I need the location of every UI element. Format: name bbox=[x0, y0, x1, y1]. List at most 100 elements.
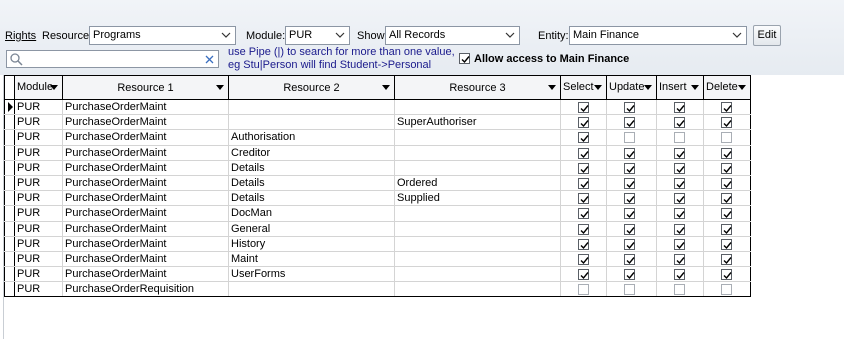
cell-resource-1[interactable]: PurchaseOrderMaint bbox=[62, 266, 229, 283]
select-checkbox[interactable] bbox=[578, 208, 589, 220]
insert-checkbox[interactable] bbox=[674, 269, 685, 281]
update-checkbox[interactable] bbox=[624, 269, 635, 281]
row-selector[interactable] bbox=[4, 236, 15, 252]
cell-resource-1[interactable]: PurchaseOrderMaint bbox=[62, 205, 229, 222]
insert-checkbox[interactable] bbox=[674, 238, 685, 250]
row-selector[interactable] bbox=[4, 129, 15, 146]
select-checkbox[interactable] bbox=[578, 117, 589, 129]
dropdown-arrow-icon[interactable] bbox=[691, 85, 699, 90]
table-row[interactable]: PUR PurchaseOrderMaint Authorisation bbox=[4, 129, 751, 146]
cell-resource-1[interactable]: PurchaseOrderMaint bbox=[62, 99, 229, 116]
insert-checkbox[interactable] bbox=[674, 132, 685, 144]
insert-checkbox[interactable] bbox=[674, 177, 685, 189]
cell-resource-1[interactable]: PurchaseOrderMaint bbox=[62, 145, 229, 161]
dropdown-arrow-icon[interactable] bbox=[548, 85, 556, 90]
delete-checkbox[interactable] bbox=[721, 102, 732, 113]
delete-checkbox[interactable] bbox=[721, 177, 732, 189]
search-field[interactable] bbox=[6, 50, 219, 68]
table-row[interactable]: PUR PurchaseOrderMaint History bbox=[4, 236, 751, 252]
delete-checkbox[interactable] bbox=[721, 117, 732, 129]
table-row[interactable]: PUR PurchaseOrderMaint Creditor bbox=[4, 145, 751, 161]
table-row[interactable]: PUR PurchaseOrderMaint SuperAuthoriser bbox=[4, 114, 751, 131]
cell-resource-3[interactable] bbox=[394, 129, 561, 146]
resource-dropdown[interactable]: Programs bbox=[89, 26, 236, 45]
insert-checkbox[interactable] bbox=[674, 117, 685, 129]
delete-checkbox[interactable] bbox=[721, 208, 732, 220]
cell-resource-3[interactable]: Supplied bbox=[394, 190, 561, 207]
cell-module[interactable]: PUR bbox=[14, 160, 63, 176]
cell-module[interactable]: PUR bbox=[14, 114, 63, 131]
cell-resource-2[interactable] bbox=[228, 281, 395, 298]
update-checkbox[interactable] bbox=[624, 193, 635, 205]
update-checkbox[interactable] bbox=[624, 102, 635, 113]
delete-checkbox[interactable] bbox=[721, 269, 732, 281]
row-selector[interactable] bbox=[4, 175, 15, 192]
update-checkbox[interactable] bbox=[624, 162, 635, 174]
cell-resource-3[interactable]: SuperAuthoriser bbox=[394, 114, 561, 131]
select-checkbox[interactable] bbox=[578, 147, 589, 159]
update-checkbox[interactable] bbox=[624, 147, 635, 159]
column-header-delete[interactable]: Delete bbox=[703, 75, 751, 100]
cell-resource-3[interactable] bbox=[394, 99, 561, 116]
cell-module[interactable]: PUR bbox=[14, 129, 63, 146]
cell-resource-3[interactable] bbox=[394, 236, 561, 252]
row-selector[interactable] bbox=[4, 205, 15, 222]
cell-resource-1[interactable]: PurchaseOrderMaint bbox=[62, 190, 229, 207]
delete-checkbox[interactable] bbox=[721, 147, 732, 159]
edit-button[interactable]: Edit bbox=[753, 25, 781, 46]
delete-checkbox[interactable] bbox=[721, 238, 732, 250]
cell-resource-2[interactable]: General bbox=[228, 221, 395, 237]
cell-resource-2[interactable]: Authorisation bbox=[228, 129, 395, 146]
cell-resource-2[interactable]: Maint bbox=[228, 251, 395, 268]
column-header-select[interactable]: Select bbox=[560, 75, 607, 100]
insert-checkbox[interactable] bbox=[674, 102, 685, 113]
cell-resource-3[interactable] bbox=[394, 145, 561, 161]
cell-resource-1[interactable]: PurchaseOrderRequisition bbox=[62, 281, 229, 298]
clear-icon[interactable] bbox=[205, 55, 214, 64]
select-checkbox[interactable] bbox=[578, 102, 589, 113]
cell-resource-1[interactable]: PurchaseOrderMaint bbox=[62, 251, 229, 268]
dropdown-arrow-icon[interactable] bbox=[644, 85, 652, 90]
cell-resource-3[interactable] bbox=[394, 266, 561, 283]
update-checkbox[interactable] bbox=[624, 177, 635, 189]
row-selector[interactable] bbox=[4, 266, 15, 283]
table-row[interactable]: PUR PurchaseOrderMaint Details Ordered bbox=[4, 175, 751, 192]
cell-module[interactable]: PUR bbox=[14, 205, 63, 222]
entity-dropdown[interactable]: Main Finance bbox=[569, 26, 747, 45]
table-row[interactable]: PUR PurchaseOrderMaint UserForms bbox=[4, 266, 751, 283]
select-checkbox[interactable] bbox=[578, 269, 589, 281]
row-selector[interactable] bbox=[4, 145, 15, 161]
cell-module[interactable]: PUR bbox=[14, 99, 63, 116]
cell-resource-1[interactable]: PurchaseOrderMaint bbox=[62, 221, 229, 237]
cell-resource-2[interactable] bbox=[228, 99, 395, 116]
cell-resource-3[interactable] bbox=[394, 281, 561, 298]
cell-module[interactable]: PUR bbox=[14, 190, 63, 207]
update-checkbox[interactable] bbox=[624, 253, 635, 265]
column-header-resource-1[interactable]: Resource 1 bbox=[62, 75, 229, 100]
insert-checkbox[interactable] bbox=[674, 208, 685, 220]
select-checkbox[interactable] bbox=[578, 223, 589, 235]
column-header-update[interactable]: Update bbox=[606, 75, 657, 100]
select-checkbox[interactable] bbox=[578, 132, 589, 144]
cell-resource-2[interactable]: UserForms bbox=[228, 266, 395, 283]
cell-resource-2[interactable]: Details bbox=[228, 160, 395, 176]
select-checkbox[interactable] bbox=[578, 238, 589, 250]
column-header-module[interactable]: Module bbox=[14, 75, 63, 100]
row-selector[interactable] bbox=[4, 160, 15, 176]
cell-module[interactable]: PUR bbox=[14, 251, 63, 268]
dropdown-arrow-icon[interactable] bbox=[738, 85, 746, 90]
cell-resource-1[interactable]: PurchaseOrderMaint bbox=[62, 236, 229, 252]
cell-module[interactable]: PUR bbox=[14, 266, 63, 283]
delete-checkbox[interactable] bbox=[721, 223, 732, 235]
dropdown-arrow-icon[interactable] bbox=[216, 85, 224, 90]
cell-resource-3[interactable] bbox=[394, 160, 561, 176]
update-checkbox[interactable] bbox=[624, 238, 635, 250]
row-selector[interactable] bbox=[4, 281, 15, 298]
cell-resource-1[interactable]: PurchaseOrderMaint bbox=[62, 114, 229, 131]
select-checkbox[interactable] bbox=[578, 253, 589, 265]
update-checkbox[interactable] bbox=[624, 223, 635, 235]
cell-resource-2[interactable]: History bbox=[228, 236, 395, 252]
table-row[interactable]: PUR PurchaseOrderMaint Details bbox=[4, 160, 751, 176]
cell-resource-3[interactable] bbox=[394, 205, 561, 222]
cell-resource-2[interactable]: Creditor bbox=[228, 145, 395, 161]
